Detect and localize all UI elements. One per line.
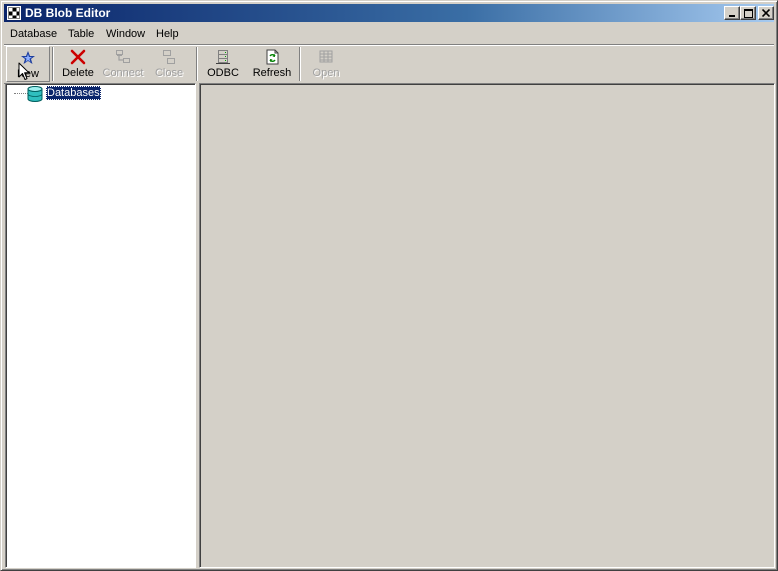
toolbar-separator [299, 47, 301, 81]
mdi-client-area[interactable] [199, 83, 775, 568]
menu-table[interactable]: Table [68, 27, 94, 41]
open-table-button[interactable]: Open [306, 46, 346, 82]
new-label: New [16, 68, 39, 80]
tree-node-label: Databases [46, 86, 101, 100]
app-icon [7, 6, 21, 20]
delete-icon [70, 49, 86, 65]
minimize-icon [729, 15, 735, 17]
minimize-button[interactable] [724, 6, 740, 20]
menu-bar: Database Table Window Help [4, 24, 774, 46]
refresh-button[interactable]: Refresh [248, 46, 296, 82]
refresh-icon [266, 49, 279, 65]
open-table-icon [319, 50, 333, 63]
toolbar-separator [52, 47, 54, 81]
menu-help[interactable]: Help [156, 27, 179, 41]
odbc-button[interactable]: ODBC [202, 46, 244, 82]
odbc-label: ODBC [207, 67, 239, 79]
delete-label: Delete [62, 67, 94, 79]
window-title: DB Blob Editor [25, 6, 111, 20]
connect-button[interactable]: Connect [100, 46, 146, 82]
database-icon [27, 86, 43, 102]
database-tree[interactable]: Databases [5, 83, 196, 568]
title-bar[interactable]: DB Blob Editor [4, 4, 774, 22]
delete-button[interactable]: Delete [56, 46, 100, 82]
toolbar-separator [196, 47, 198, 81]
close-connection-button[interactable]: Close [148, 46, 190, 82]
close-connection-label: Close [154, 67, 184, 79]
open-table-label: Open [312, 67, 340, 79]
connect-label: Connect [102, 67, 144, 79]
new-button[interactable]: New [6, 46, 50, 82]
app-window: DB Blob Editor Database Table Window Hel… [0, 0, 778, 571]
maximize-icon [743, 8, 753, 18]
close-icon [762, 9, 770, 17]
menu-database[interactable]: Database [10, 27, 57, 41]
maximize-button[interactable] [740, 6, 756, 20]
connect-icon [116, 50, 130, 63]
close-button[interactable] [758, 6, 774, 20]
close-connection-icon [163, 50, 175, 64]
new-icon [21, 51, 35, 64]
menu-window[interactable]: Window [106, 27, 145, 41]
toolbar: New Delete Connect Close ODBC Refresh Op… [4, 45, 774, 84]
refresh-label: Refresh [252, 67, 292, 79]
odbc-icon [216, 50, 230, 64]
